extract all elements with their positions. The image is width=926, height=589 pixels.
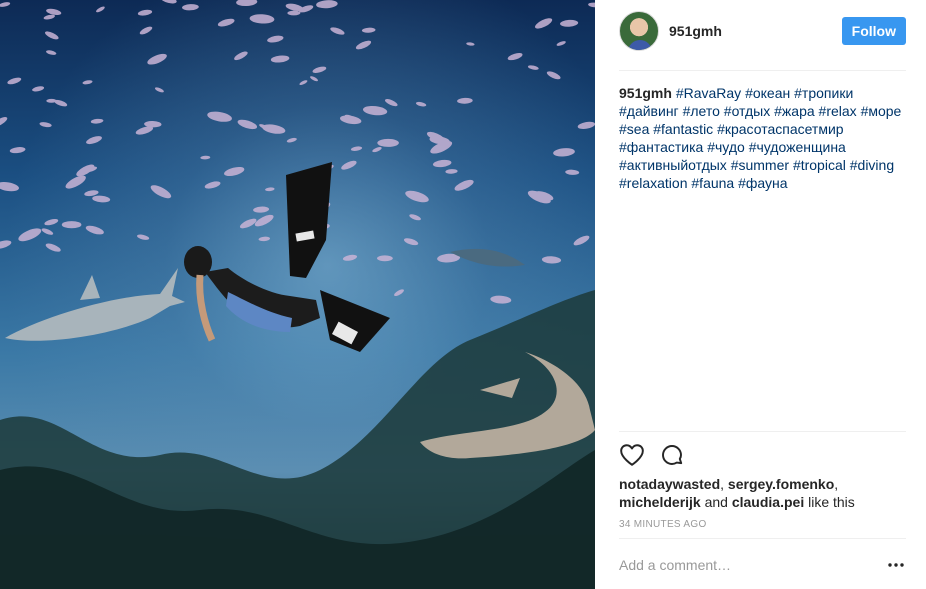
comment-divider <box>619 538 906 539</box>
hashtag-link[interactable]: #fantastic <box>653 121 713 137</box>
underwater-scene <box>0 0 595 589</box>
hashtag-link[interactable]: #relax <box>819 103 857 119</box>
likes-suffix: like this <box>808 494 855 510</box>
follow-button[interactable]: Follow <box>841 17 906 45</box>
avatar[interactable] <box>619 11 659 51</box>
hashtag-link[interactable]: #красотаспасетмир <box>717 121 844 137</box>
hashtag-link[interactable]: #summer <box>731 157 789 173</box>
hashtag-link[interactable]: #чудоженщина <box>749 139 846 155</box>
post-timestamp[interactable]: 34 minutes ago <box>619 519 707 530</box>
hashtag-link[interactable]: #океан <box>745 85 790 101</box>
like-user-1[interactable]: notadaywasted <box>619 476 720 492</box>
hashtag-link[interactable]: #relaxation <box>619 175 688 191</box>
hashtag-link[interactable]: #море <box>861 103 902 119</box>
actions-divider <box>619 431 906 432</box>
ellipsis-icon <box>888 563 904 567</box>
hashtag-link[interactable]: #фауна <box>738 175 787 191</box>
comment-box <box>619 553 906 577</box>
likes-summary: notadaywasted, sergey.fomenko, michelder… <box>619 476 855 510</box>
likes-and-text: and <box>704 494 728 510</box>
hashtag-link[interactable]: #дайвинг <box>619 103 679 119</box>
comment-input[interactable] <box>619 557 886 573</box>
hashtag-link[interactable]: #фантастика <box>619 139 703 155</box>
hashtag-link[interactable]: #чудо <box>707 139 745 155</box>
speech-bubble-icon[interactable] <box>659 442 685 468</box>
post-header: 951gmh Follow <box>619 11 906 51</box>
hashtag-link[interactable]: #лето <box>683 103 720 119</box>
heart-outline-icon[interactable] <box>619 442 645 468</box>
hashtag-link[interactable]: #тропики <box>794 85 853 101</box>
like-user-4[interactable]: claudia.pei <box>732 494 804 510</box>
hashtag-link[interactable]: #tropical <box>793 157 846 173</box>
post-details-panel: 951gmh Follow 951gmh #RavaRay #океан #тр… <box>595 0 926 589</box>
action-bar <box>619 442 699 468</box>
hashtag-link[interactable]: #RavaRay <box>676 85 741 101</box>
hashtag-link[interactable]: #diving <box>850 157 894 173</box>
post-caption: 951gmh #RavaRay #океан #тропики #дайвинг… <box>619 84 911 192</box>
like-user-2[interactable]: sergey.fomenko <box>728 476 834 492</box>
like-user-3[interactable]: michelderijk <box>619 494 701 510</box>
header-divider <box>619 70 906 71</box>
post-photo[interactable] <box>0 0 595 589</box>
hashtag-link[interactable]: #отдых <box>724 103 770 119</box>
hashtag-link[interactable]: #активныйотдых <box>619 157 727 173</box>
hashtag-link[interactable]: #sea <box>619 121 649 137</box>
post-author-username[interactable]: 951gmh <box>669 23 722 39</box>
more-options-button[interactable] <box>886 555 906 575</box>
hashtag-link[interactable]: #fauna <box>691 175 734 191</box>
caption-username[interactable]: 951gmh <box>619 85 672 101</box>
hashtag-link[interactable]: #жара <box>774 103 815 119</box>
